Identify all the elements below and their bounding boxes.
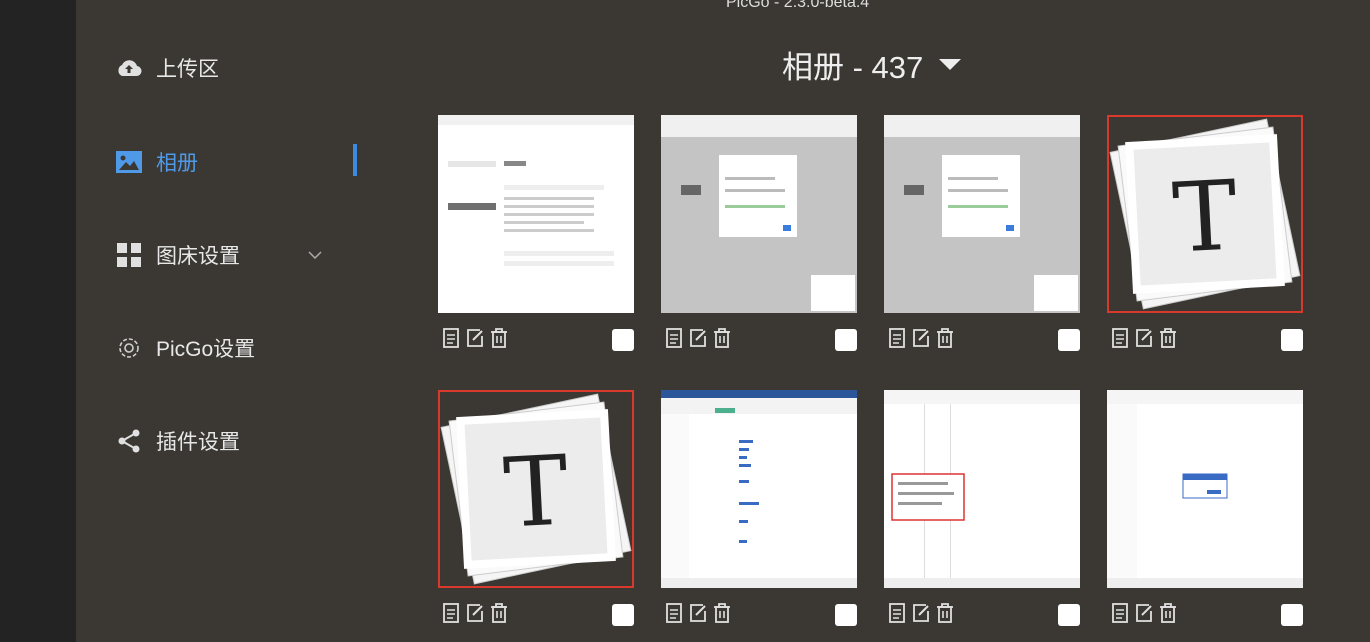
sidebar-item-gallery[interactable]: 相册 bbox=[116, 142, 198, 182]
select-checkbox[interactable] bbox=[1281, 329, 1303, 351]
sidebar-item-label: 上传区 bbox=[156, 58, 219, 81]
sidebar-item-label: 相册 bbox=[156, 152, 198, 175]
image-actions bbox=[886, 325, 956, 351]
document-icon[interactable] bbox=[663, 600, 685, 626]
image-actions bbox=[1109, 325, 1179, 351]
edit-icon[interactable] bbox=[464, 600, 486, 626]
sidebar-item-plugin-settings[interactable]: 插件设置 bbox=[116, 421, 240, 461]
trash-icon[interactable] bbox=[711, 325, 733, 351]
image-actions bbox=[440, 325, 510, 351]
trash-icon[interactable] bbox=[934, 325, 956, 351]
cloud-upload-icon bbox=[116, 55, 142, 81]
active-indicator bbox=[353, 144, 357, 176]
document-icon[interactable] bbox=[663, 325, 685, 351]
chevron-down-icon[interactable] bbox=[308, 246, 322, 264]
select-checkbox[interactable] bbox=[835, 329, 857, 351]
image-thumbnail[interactable] bbox=[884, 390, 1080, 588]
gear-icon bbox=[116, 335, 142, 361]
window-title: PicGo - 2.3.0-beta.4 bbox=[726, 0, 870, 11]
image-thumbnail[interactable] bbox=[1107, 390, 1303, 588]
image-thumbnail[interactable] bbox=[438, 115, 634, 313]
image-actions bbox=[1109, 600, 1179, 626]
gallery-title-text: 相册 - 437 bbox=[782, 50, 924, 85]
edit-icon[interactable] bbox=[464, 325, 486, 351]
trash-icon[interactable] bbox=[711, 600, 733, 626]
image-actions bbox=[440, 600, 510, 626]
sidebar-item-picbed-settings[interactable]: 图床设置 bbox=[116, 235, 240, 275]
edit-icon[interactable] bbox=[910, 325, 932, 351]
image-thumbnail[interactable] bbox=[661, 115, 857, 313]
sidebar-item-picgo-settings[interactable]: PicGo设置 bbox=[116, 328, 255, 368]
select-checkbox[interactable] bbox=[1281, 604, 1303, 626]
edit-icon[interactable] bbox=[1133, 325, 1155, 351]
document-icon[interactable] bbox=[886, 600, 908, 626]
select-checkbox[interactable] bbox=[612, 329, 634, 351]
trash-icon[interactable] bbox=[1157, 325, 1179, 351]
document-icon[interactable] bbox=[440, 600, 462, 626]
svg-text:T: T bbox=[1170, 159, 1240, 274]
image-thumbnail[interactable] bbox=[661, 390, 857, 588]
document-icon[interactable] bbox=[440, 325, 462, 351]
image-actions bbox=[663, 325, 733, 351]
sidebar-item-upload[interactable]: 上传区 bbox=[116, 48, 219, 88]
select-checkbox[interactable] bbox=[1058, 604, 1080, 626]
edit-icon[interactable] bbox=[1133, 600, 1155, 626]
image-thumbnail[interactable]: T bbox=[1107, 115, 1303, 313]
select-checkbox[interactable] bbox=[1058, 329, 1080, 351]
image-icon bbox=[116, 149, 142, 175]
edit-icon[interactable] bbox=[687, 325, 709, 351]
trash-icon[interactable] bbox=[488, 600, 510, 626]
image-thumbnail[interactable] bbox=[884, 115, 1080, 313]
trash-icon[interactable] bbox=[488, 325, 510, 351]
select-checkbox[interactable] bbox=[835, 604, 857, 626]
sidebar-item-label: 图床设置 bbox=[156, 245, 240, 268]
image-actions bbox=[663, 600, 733, 626]
caret-down-icon[interactable] bbox=[939, 59, 962, 70]
sidebar-item-label: 插件设置 bbox=[156, 431, 240, 454]
trash-icon[interactable] bbox=[934, 600, 956, 626]
edit-icon[interactable] bbox=[910, 600, 932, 626]
select-checkbox[interactable] bbox=[612, 604, 634, 626]
left-dark-strip bbox=[0, 0, 76, 642]
document-icon[interactable] bbox=[1109, 600, 1131, 626]
document-icon[interactable] bbox=[886, 325, 908, 351]
sidebar: 上传区 相册 图床设置 PicGo设置 插件设置 bbox=[76, 0, 376, 642]
edit-icon[interactable] bbox=[687, 600, 709, 626]
sidebar-item-label: PicGo设置 bbox=[156, 338, 256, 361]
image-thumbnail[interactable]: T bbox=[438, 390, 634, 588]
document-icon[interactable] bbox=[1109, 325, 1131, 351]
trash-icon[interactable] bbox=[1157, 600, 1179, 626]
image-actions bbox=[886, 600, 956, 626]
share-icon bbox=[116, 428, 142, 454]
svg-text:T: T bbox=[501, 434, 571, 549]
grid-icon bbox=[116, 242, 142, 268]
gallery-title[interactable]: 相册 - 437 bbox=[782, 42, 962, 87]
